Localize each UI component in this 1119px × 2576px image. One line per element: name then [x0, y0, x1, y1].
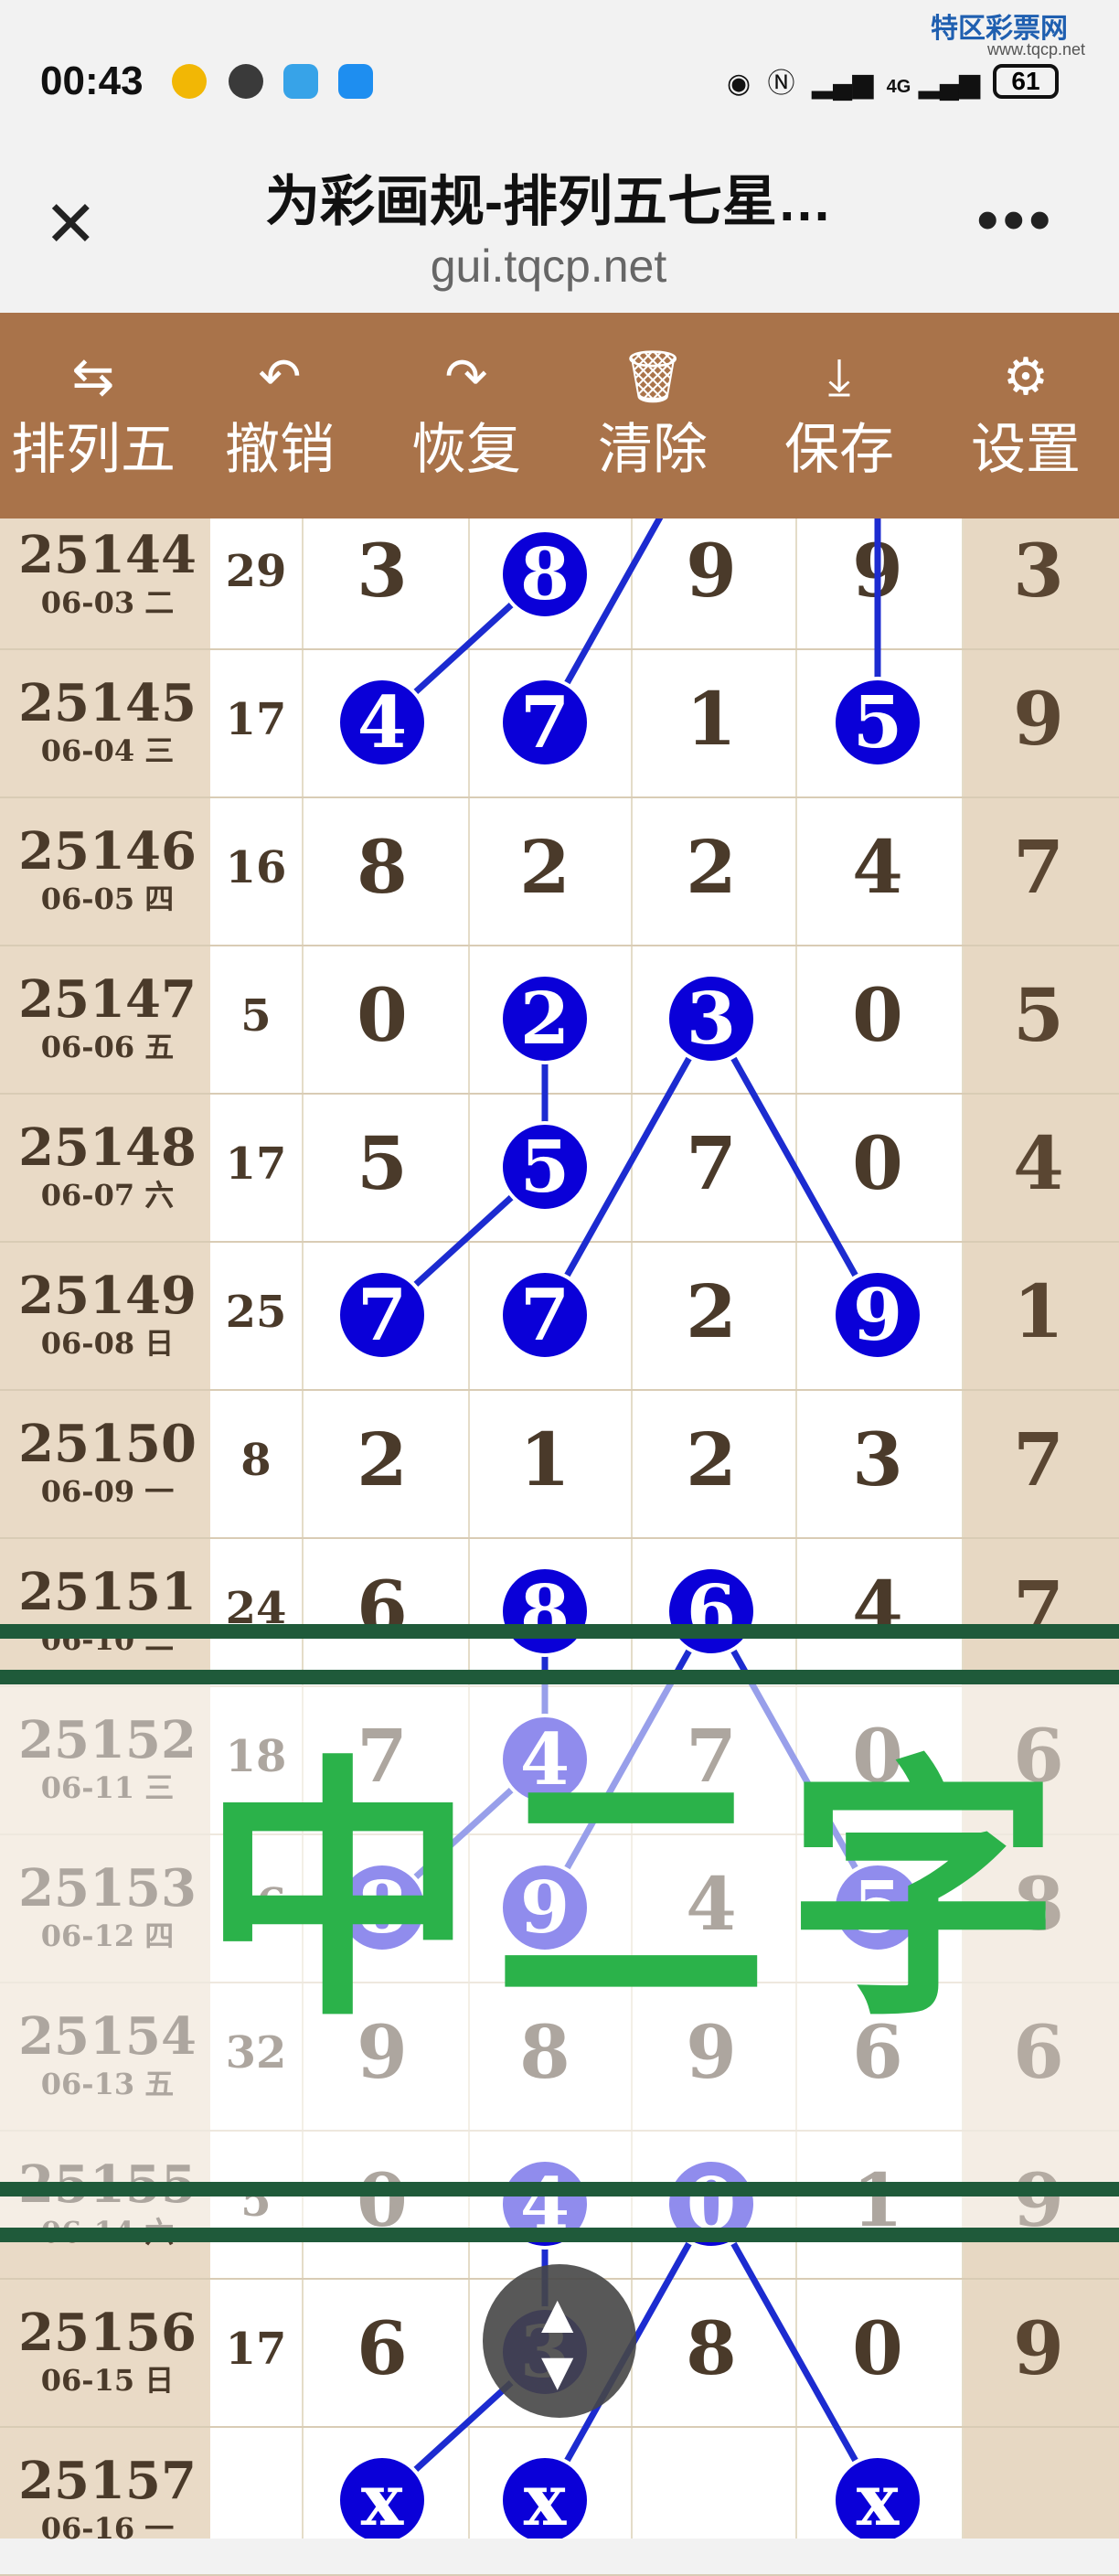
toolbar: ⇆ 排列五 ↶ 撤销 ↷ 恢复 🗑 清除 ⤓ 保存 ⚙ 设置: [0, 313, 1119, 518]
toolbar-button-3[interactable]: 🗑 清除: [560, 313, 746, 518]
toolbar-label: 设置: [971, 419, 1081, 480]
toolbar-label: 排列五: [11, 419, 176, 480]
band-line: [0, 2182, 1119, 2197]
link-line: [708, 1017, 881, 1317]
download-icon: ⤓: [827, 347, 851, 405]
status-bar: 00:43 特区彩票网 www.tqcp.net ◉ Ⓝ ▂▄▆ 4G ▂▄▆ …: [0, 0, 1119, 155]
marked-ball[interactable]: 5: [499, 1121, 591, 1213]
marked-ball[interactable]: 2: [499, 973, 591, 1064]
eye-icon: ◉: [727, 69, 751, 99]
ball-label: 8: [520, 533, 570, 616]
network-type: 4G: [886, 77, 911, 97]
toolbar-button-5[interactable]: ⚙ 设置: [932, 313, 1119, 518]
ball-label: x: [361, 2459, 405, 2539]
chevron-down-icon: ▼: [530, 2340, 585, 2401]
undo-icon: ↶: [258, 347, 302, 405]
cloud-icon: [338, 64, 373, 99]
band-line: [0, 1624, 1119, 1639]
marked-ball[interactable]: x: [499, 2454, 591, 2539]
close-icon[interactable]: ✕: [44, 192, 98, 256]
ball-label: 3: [687, 978, 736, 1061]
status-icons: ◉ Ⓝ ▂▄▆ 4G ▂▄▆: [727, 60, 980, 101]
ball-label: 5: [520, 1126, 570, 1209]
signal-icon: ▂▄▆: [811, 69, 874, 99]
marked-ball[interactable]: x: [832, 2454, 923, 2539]
marked-ball[interactable]: 7: [499, 1269, 591, 1361]
ball-label: 4: [357, 681, 407, 764]
toolbar-label: 保存: [784, 419, 894, 480]
overlay-banner: 中二字: [201, 1739, 1079, 2047]
page-title: 为彩画规-排列五七星…: [265, 171, 832, 232]
nfc-icon: Ⓝ: [767, 69, 795, 99]
signal-icon-2: ▂▄▆: [918, 69, 981, 99]
link-line: [708, 2202, 881, 2502]
ball-label: 5: [853, 681, 902, 764]
marked-ball[interactable]: 3: [666, 973, 757, 1064]
avatar-icon: [229, 64, 263, 99]
ball-label: 7: [520, 681, 570, 764]
toolbar-button-0[interactable]: ⇆ 排列五: [0, 313, 186, 518]
battery-indicator: 61: [993, 64, 1059, 99]
marked-ball[interactable]: x: [336, 2454, 428, 2539]
gear-icon: ⚙: [1002, 347, 1050, 405]
toolbar-button-1[interactable]: ↶ 撤销: [186, 313, 373, 518]
switch-arrows-icon: ⇆: [71, 347, 115, 405]
marked-ball[interactable]: 4: [336, 677, 428, 768]
redo-icon: ↷: [444, 347, 488, 405]
scroll-button[interactable]: ▲ ▼: [483, 2264, 636, 2418]
status-time: 00:43: [40, 59, 144, 103]
chevron-up-icon: ▲: [530, 2283, 585, 2345]
marked-ball[interactable]: 6: [666, 1566, 757, 1657]
toolbar-label: 恢复: [411, 419, 521, 480]
watermark-url: www.tqcp.net: [987, 40, 1086, 59]
ball-label: 7: [357, 1274, 407, 1357]
ball-label: 6: [687, 1570, 736, 1653]
band-line: [0, 2228, 1119, 2242]
band-line: [0, 1670, 1119, 1684]
ball-label: 8: [520, 1570, 570, 1653]
ball-label: x: [524, 2459, 568, 2539]
ball-label: 9: [853, 1274, 902, 1357]
toolbar-label: 撤销: [225, 419, 335, 480]
toolbar-label: 清除: [598, 419, 708, 480]
toolbar-button-4[interactable]: ⤓ 保存: [746, 313, 932, 518]
ball-label: 7: [520, 1274, 570, 1357]
more-menu-icon[interactable]: •••: [976, 183, 1055, 256]
marked-ball[interactable]: 8: [499, 1566, 591, 1657]
marked-ball[interactable]: 5: [832, 677, 923, 768]
toolbar-button-2[interactable]: ↷ 恢复: [373, 313, 560, 518]
page-url: gui.tqcp.net: [430, 240, 667, 292]
trash-icon: 🗑: [620, 347, 686, 405]
weibo-icon: [172, 64, 207, 99]
marked-ball[interactable]: 7: [336, 1269, 428, 1361]
app-icon: [283, 64, 318, 99]
ball-label: x: [857, 2459, 901, 2539]
marked-ball[interactable]: 8: [499, 529, 591, 620]
marked-ball[interactable]: 7: [499, 677, 591, 768]
marked-ball[interactable]: 9: [832, 1269, 923, 1361]
ball-label: 2: [520, 978, 570, 1061]
